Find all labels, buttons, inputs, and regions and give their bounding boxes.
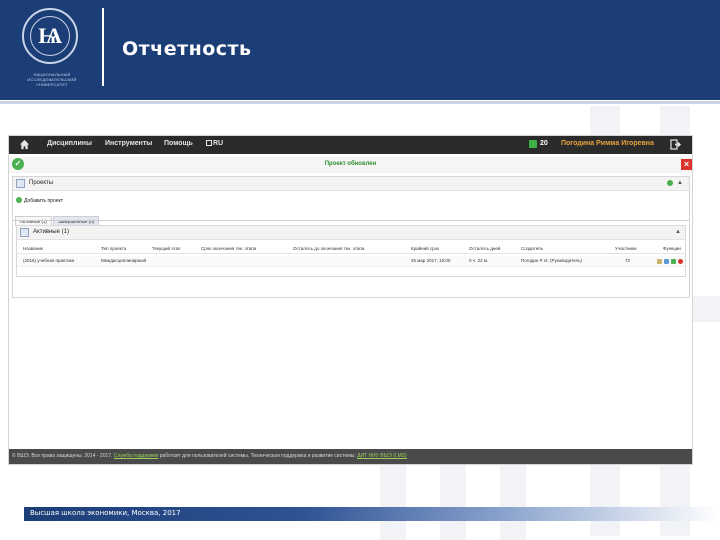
messages-icon[interactable] — [529, 140, 537, 148]
support-link[interactable]: Служба поддержки — [114, 453, 159, 459]
add-project-label: Добавить проект — [24, 198, 64, 204]
footer-text: © ВШЭ. Все права защищены. 2014 - 2017. … — [12, 453, 407, 459]
logo-caption: НАЦИОНАЛЬНЫЙ ИССЛЕДОВАТЕЛЬСКИЙ УНИВЕРСИТ… — [27, 72, 77, 87]
user-name-link[interactable]: Погодина Римма Игоревна — [561, 140, 654, 147]
slide-footer: Высшая школа экономики, Москва, 2017 — [24, 507, 720, 521]
col-days-left[interactable]: Осталось дней — [469, 246, 500, 251]
add-project-link[interactable]: Добавить проект — [16, 197, 63, 204]
notice-bar: ✓ Проект обновлен × — [9, 157, 692, 173]
nav-tools[interactable]: Инструменты — [105, 140, 152, 147]
view-icon[interactable] — [664, 259, 669, 264]
cell-type: Междисциплинарный — [101, 258, 147, 263]
col-creator[interactable]: Создатель — [521, 246, 543, 251]
app-footer: © ВШЭ. Все права защищены. 2014 - 2017. … — [9, 449, 692, 464]
messages-count[interactable]: 20 — [540, 140, 548, 147]
projects-panel: Проекты ▲ Добавить проект Активные (1) За… — [12, 176, 690, 298]
collapse-icon[interactable]: ▲ — [677, 180, 683, 186]
nav-language[interactable]: RU — [206, 140, 223, 147]
col-stage[interactable]: Текущий этап — [152, 246, 180, 251]
projects-icon — [16, 179, 25, 188]
col-stage-remaining[interactable]: Осталось до окончания тек. этапа — [293, 246, 364, 251]
cell-deadline: 25 мар 2017, 15:00 — [411, 258, 451, 263]
nav-disciplines[interactable]: Дисциплины — [47, 140, 92, 147]
slide-title: Отчетность — [122, 38, 252, 60]
nav-language-label: RU — [213, 140, 224, 147]
cell-creator: Погодин Р. И. (Руководитель) — [521, 258, 582, 263]
collapse-icon[interactable]: ▲ — [675, 229, 681, 235]
delete-icon[interactable] — [678, 259, 683, 264]
language-icon — [206, 140, 212, 146]
footer-copyright: © ВШЭ. Все права защищены. 2014 - 2017. — [12, 453, 114, 459]
settings-icon[interactable] — [671, 259, 676, 264]
active-projects-panel: Активные (1) ▲ Название Тип проекта Теку… — [16, 225, 686, 277]
top-navbar: Дисциплины Инструменты Помощь RU 20 Пого… — [9, 136, 692, 154]
col-type[interactable]: Тип проекта — [101, 246, 126, 251]
slide-footer-text: Высшая школа экономики, Москва, 2017 — [30, 509, 181, 517]
footer-middle: работает для пользователей системы. Техн… — [158, 453, 358, 459]
tab-divider — [13, 220, 689, 221]
active-header: Активные (1) ▲ — [17, 226, 685, 240]
home-icon[interactable] — [19, 139, 30, 150]
developer-link[interactable]: ДИТ НИУ ВШЭ (LMS) — [357, 453, 407, 459]
col-participants[interactable]: Участники — [615, 246, 637, 251]
col-functions: Функции — [663, 246, 681, 251]
slide-header: Ѩ НАЦИОНАЛЬНЫЙ ИССЛЕДОВАТЕЛЬСКИЙ УНИВЕРС… — [0, 0, 720, 100]
active-title: Активные (1) — [33, 229, 69, 235]
logout-icon[interactable] — [670, 139, 682, 150]
close-icon[interactable]: × — [681, 159, 692, 170]
add-circle-icon[interactable] — [667, 180, 673, 186]
projects-header: Проекты ▲ — [13, 177, 689, 191]
plus-icon — [16, 197, 22, 203]
header-divider — [102, 8, 104, 86]
hse-logo: Ѩ НАЦИОНАЛЬНЫЙ ИССЛЕДОВАТЕЛЬСКИЙ УНИВЕРС… — [12, 8, 92, 90]
lms-screenshot: Дисциплины Инструменты Помощь RU 20 Пого… — [8, 135, 693, 465]
edit-icon[interactable] — [657, 259, 662, 264]
cell-name[interactable]: (2016) учебная практика — [23, 258, 74, 263]
logo-emblem: Ѩ — [22, 8, 78, 64]
table-header: Название Тип проекта Текущий этап Срок о… — [17, 244, 685, 254]
col-stage-deadline[interactable]: Срок окончания тек. этапа — [201, 246, 256, 251]
active-icon — [20, 228, 29, 237]
table-row[interactable]: (2016) учебная практика Междисциплинарны… — [17, 256, 685, 267]
col-deadline[interactable]: Крайний срок — [411, 246, 439, 251]
nav-help[interactable]: Помощь — [164, 140, 193, 147]
cell-days-left: 0 ч. 22 м. — [469, 258, 489, 263]
projects-title: Проекты — [29, 180, 54, 186]
col-name[interactable]: Название — [23, 246, 43, 251]
notice-text: Проект обновлен — [324, 161, 377, 167]
cell-participants: 72 — [625, 258, 631, 263]
logo-monogram: Ѩ — [37, 23, 63, 49]
project-tabs: Активные (1) Завершенные (0) — [15, 210, 100, 226]
